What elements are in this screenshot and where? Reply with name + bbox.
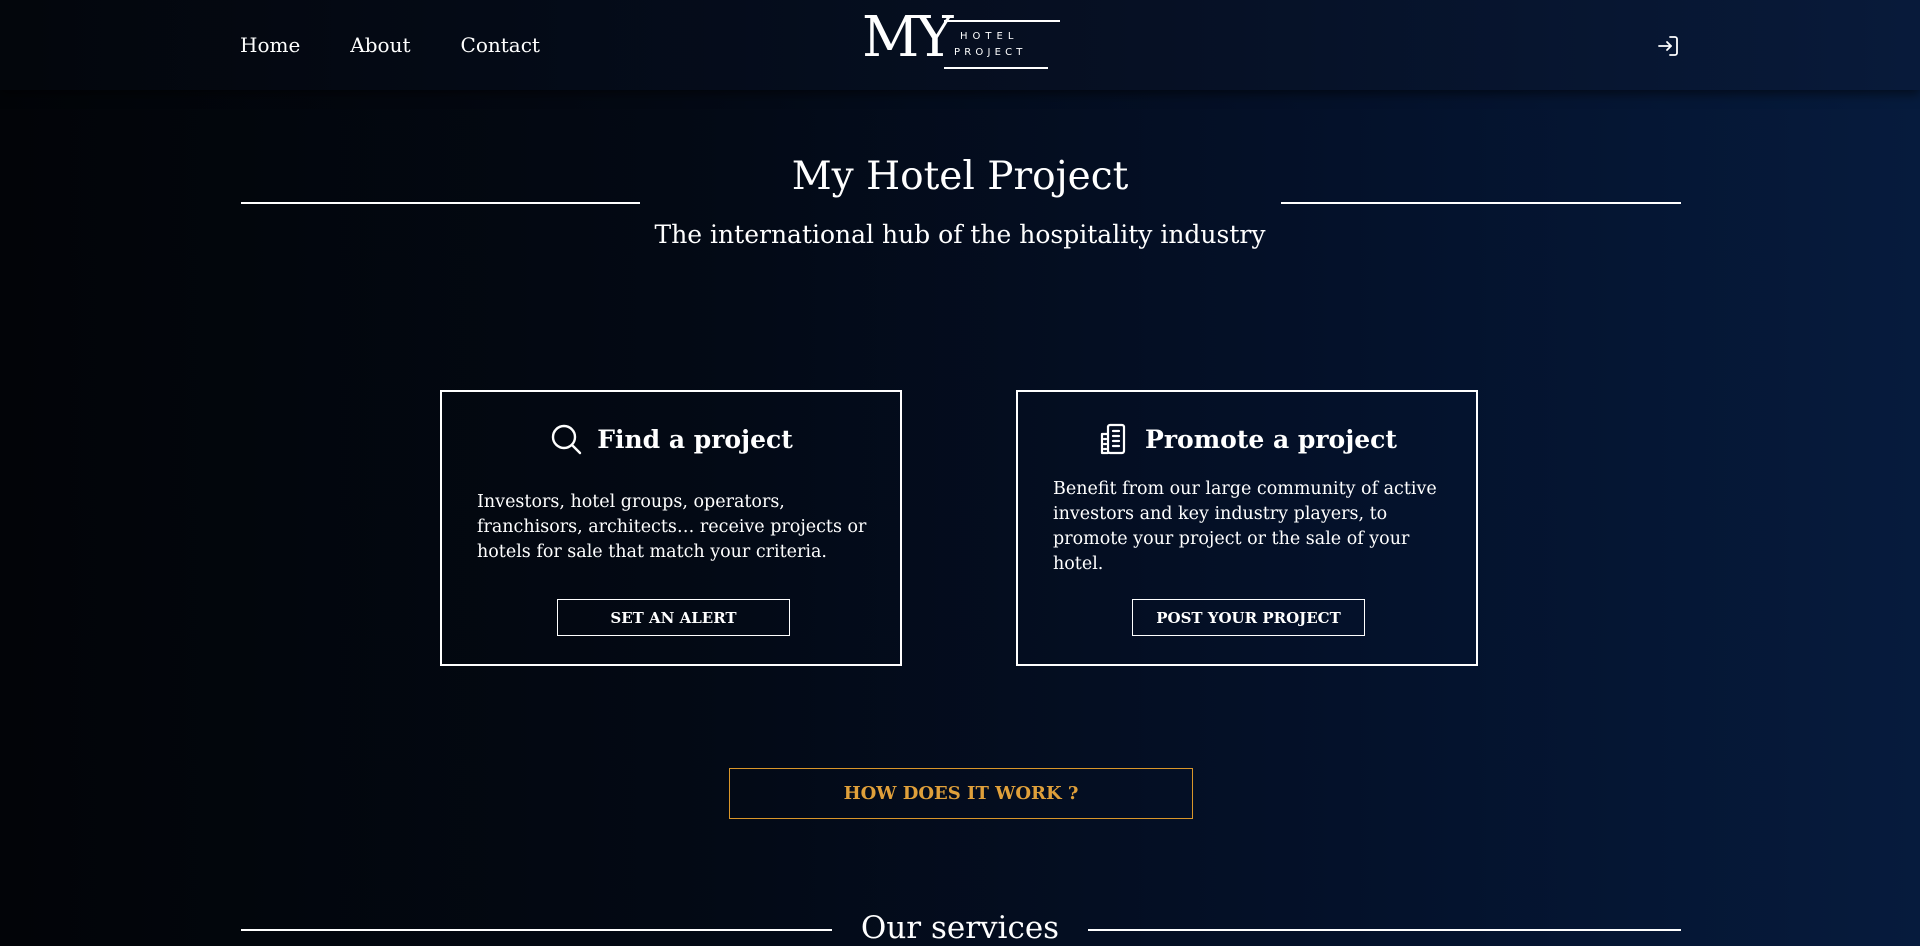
- building-icon: [1097, 422, 1131, 456]
- main-nav: Home About Contact: [240, 33, 540, 57]
- card-title: Find a project: [597, 424, 793, 454]
- services-heading: Our services: [860, 910, 1060, 946]
- search-icon: [549, 422, 583, 456]
- set-alert-button[interactable]: SET AN ALERT: [557, 599, 790, 636]
- logo-rule-top: [944, 20, 1060, 22]
- post-project-button[interactable]: POST YOUR PROJECT: [1132, 599, 1365, 636]
- logo-line-hotel: HOTEL: [960, 31, 1019, 42]
- nav-contact[interactable]: Contact: [461, 33, 540, 57]
- page-subtitle: The international hub of the hospitality…: [654, 220, 1266, 249]
- card-description: Benefit from our large community of acti…: [1053, 479, 1437, 574]
- card-header: Promote a project: [1018, 422, 1476, 456]
- nav-home[interactable]: Home: [240, 33, 300, 57]
- find-project-card: Find a project Investors, hotel groups, …: [440, 390, 902, 666]
- logo-rule-bottom: [944, 67, 1048, 69]
- site-header: Home About Contact MY HOTEL PROJECT: [0, 0, 1920, 90]
- page-title: My Hotel Project: [791, 154, 1129, 199]
- card-header: Find a project: [442, 422, 900, 456]
- title-rule-right: [1281, 202, 1681, 204]
- how-it-works-button[interactable]: HOW DOES IT WORK ?: [729, 768, 1193, 819]
- title-rule-left: [241, 202, 640, 204]
- logo-line-project: PROJECT: [954, 47, 1027, 58]
- nav-about[interactable]: About: [350, 33, 410, 57]
- logo-mark: MY: [862, 5, 953, 70]
- site-logo[interactable]: MY HOTEL PROJECT: [862, 10, 1062, 72]
- card-description: Investors, hotel groups, operators, fran…: [477, 492, 867, 562]
- sign-in-icon[interactable]: [1656, 34, 1680, 58]
- promote-project-card: Promote a project Benefit from our large…: [1016, 390, 1478, 666]
- card-title: Promote a project: [1145, 424, 1397, 454]
